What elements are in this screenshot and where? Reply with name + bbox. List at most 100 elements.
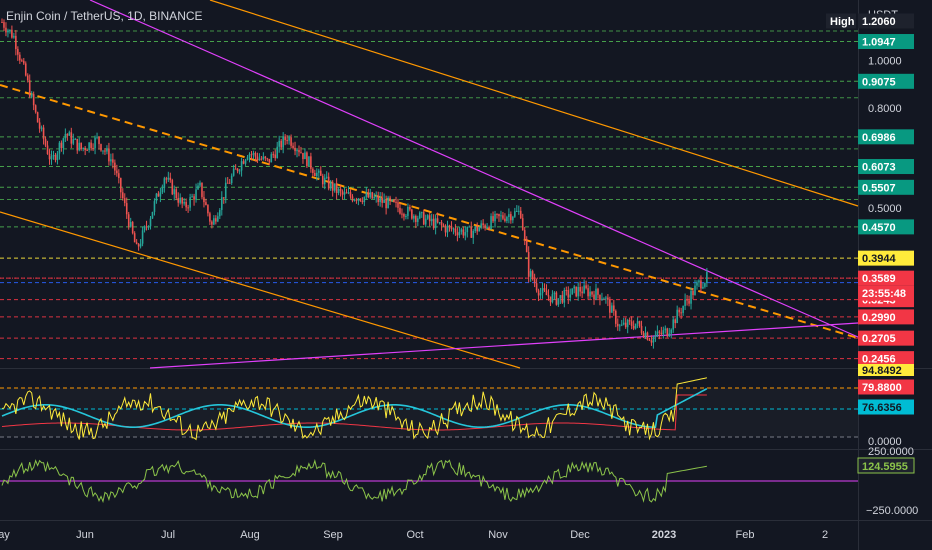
candle-body: [571, 288, 574, 295]
candle-body: [11, 29, 13, 38]
candle-body: [547, 295, 550, 297]
candle-body: [70, 132, 73, 144]
candle-body: [387, 197, 389, 209]
price-level-tag: 0.2990: [862, 312, 896, 324]
candle-body: [201, 182, 203, 198]
time-axis-tick: Dec: [570, 529, 590, 541]
osc-value-tag: 94.8492: [862, 365, 902, 377]
time-axis-tick: Sep: [323, 529, 343, 541]
candle-body: [220, 197, 223, 210]
candle-body: [50, 156, 53, 160]
candle-body: [480, 223, 482, 228]
candle-body: [450, 226, 453, 229]
candle-body: [163, 178, 166, 188]
chart-title: Enjin Coin / TetherUS, 1D, BINANCE: [6, 9, 203, 23]
candle-body: [32, 94, 35, 106]
candle-body: [541, 288, 544, 294]
candle-body: [15, 35, 17, 50]
candle-body: [349, 192, 352, 197]
candle-body: [561, 295, 564, 303]
candle-body: [3, 22, 5, 28]
candle-body: [86, 149, 88, 151]
candle-body: [244, 159, 247, 164]
candle-body: [215, 218, 217, 222]
candle-body: [454, 228, 457, 233]
candle-body: [658, 331, 661, 333]
candle-body: [662, 330, 665, 335]
candle-body: [98, 136, 100, 145]
candle-body: [565, 289, 568, 291]
candle-body: [62, 138, 65, 148]
candle-body: [118, 173, 120, 179]
candle-body: [636, 321, 639, 324]
candle-body: [195, 189, 197, 200]
candle-body: [308, 156, 310, 167]
candle-body: [533, 279, 536, 284]
candle-body: [403, 213, 405, 217]
candle-body: [462, 229, 465, 236]
candle-body: [104, 150, 106, 152]
candle-body: [42, 127, 45, 140]
candle-body: [545, 290, 548, 296]
price-level-tag: 0.2705: [862, 333, 896, 345]
candle-body: [638, 321, 641, 327]
candle-body: [624, 322, 627, 328]
candle-body: [587, 288, 589, 297]
candle-body: [640, 326, 643, 334]
candle-body: [181, 197, 183, 204]
candle-body: [296, 150, 298, 152]
time-axis-tick: Oct: [406, 529, 423, 541]
candle-body: [304, 152, 306, 160]
candle-body: [646, 332, 649, 340]
candle-body: [183, 201, 185, 204]
candle-body: [492, 216, 494, 222]
candle-body: [234, 168, 237, 170]
candle-body: [238, 170, 241, 172]
candle-body: [595, 288, 597, 300]
candle-body: [426, 215, 429, 219]
candle-body: [272, 154, 275, 156]
candle-body: [383, 199, 385, 203]
candle-body: [553, 292, 556, 295]
candle-body: [529, 271, 532, 277]
candle-body: [373, 197, 376, 199]
candle-body: [458, 231, 461, 236]
candle-body: [318, 170, 320, 173]
candle-body: [149, 218, 152, 227]
candle-body: [108, 148, 110, 162]
candle-body: [500, 215, 502, 217]
candle-body: [161, 187, 164, 193]
candle-body: [486, 226, 488, 229]
candle-body: [656, 331, 659, 336]
candle-body: [224, 182, 227, 199]
candle-body: [171, 180, 174, 195]
candle-body: [660, 332, 663, 335]
candle-body: [417, 218, 419, 222]
osc-value-tag: 76.6356: [862, 402, 902, 414]
candle-body: [157, 193, 160, 197]
candle-body: [448, 225, 451, 227]
high-price-tag: 1.2060: [862, 16, 896, 28]
candle-body: [175, 189, 178, 199]
candle-body: [516, 210, 518, 212]
candle-body: [92, 148, 94, 150]
candle-body: [577, 287, 579, 297]
candle-body: [415, 215, 417, 222]
candle-body: [139, 243, 142, 247]
candle-body: [82, 147, 84, 149]
candle-body: [585, 285, 587, 289]
candle-body: [266, 158, 269, 160]
candle-body: [367, 192, 370, 198]
candle-body: [211, 221, 213, 225]
candle-body: [72, 139, 75, 144]
chart-canvas[interactable]: USDT1.00000.80000.5000High1.20601.09470.…: [0, 0, 932, 550]
candle-body: [325, 176, 328, 178]
candle-body: [173, 189, 176, 195]
candle-body: [618, 325, 621, 327]
cci-axis-tick: −250.0000: [866, 505, 918, 517]
candle-body: [236, 168, 239, 172]
candle-body: [615, 310, 617, 324]
candle-body: [420, 212, 423, 214]
candle-body: [430, 218, 433, 222]
price-level-tag: 0.6073: [862, 162, 896, 174]
